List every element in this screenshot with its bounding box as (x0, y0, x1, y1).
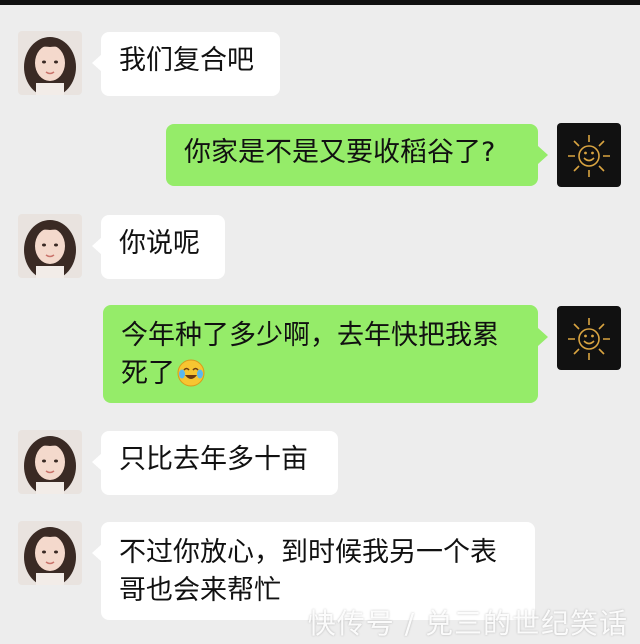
top-status-strip (0, 0, 640, 5)
message-text: 我们复合吧 (119, 45, 254, 76)
message-bubble-incoming[interactable]: 你说呢 (101, 215, 225, 279)
message-text: 只比去年多十亩 (119, 444, 308, 475)
contact-avatar[interactable] (18, 31, 82, 95)
message-text: 你说呢 (119, 228, 200, 259)
contact-avatar[interactable] (18, 214, 82, 278)
watermark-text: 快传号 / 兑三的世纪笑话 (307, 607, 628, 640)
contact-avatar[interactable] (18, 521, 82, 585)
contact-avatar[interactable] (18, 430, 82, 494)
my-avatar-sun-icon[interactable] (557, 123, 621, 187)
my-avatar-sun-icon[interactable] (557, 306, 621, 370)
message-bubble-incoming[interactable]: 我们复合吧 (101, 32, 280, 96)
message-bubble-outgoing[interactable]: 你家是不是又要收稻谷了? (166, 124, 538, 186)
message-text: 你家是不是又要收稻谷了? (184, 137, 496, 168)
message-bubble-incoming[interactable]: 只比去年多十亩 (101, 431, 338, 495)
message-bubble-outgoing[interactable]: 今年种了多少啊，去年快把我累死了 (103, 305, 538, 403)
message-text: 不过你放心，到时候我另一个表哥也会来帮忙 (119, 537, 497, 606)
crying-laughing-emoji-icon (177, 359, 205, 387)
